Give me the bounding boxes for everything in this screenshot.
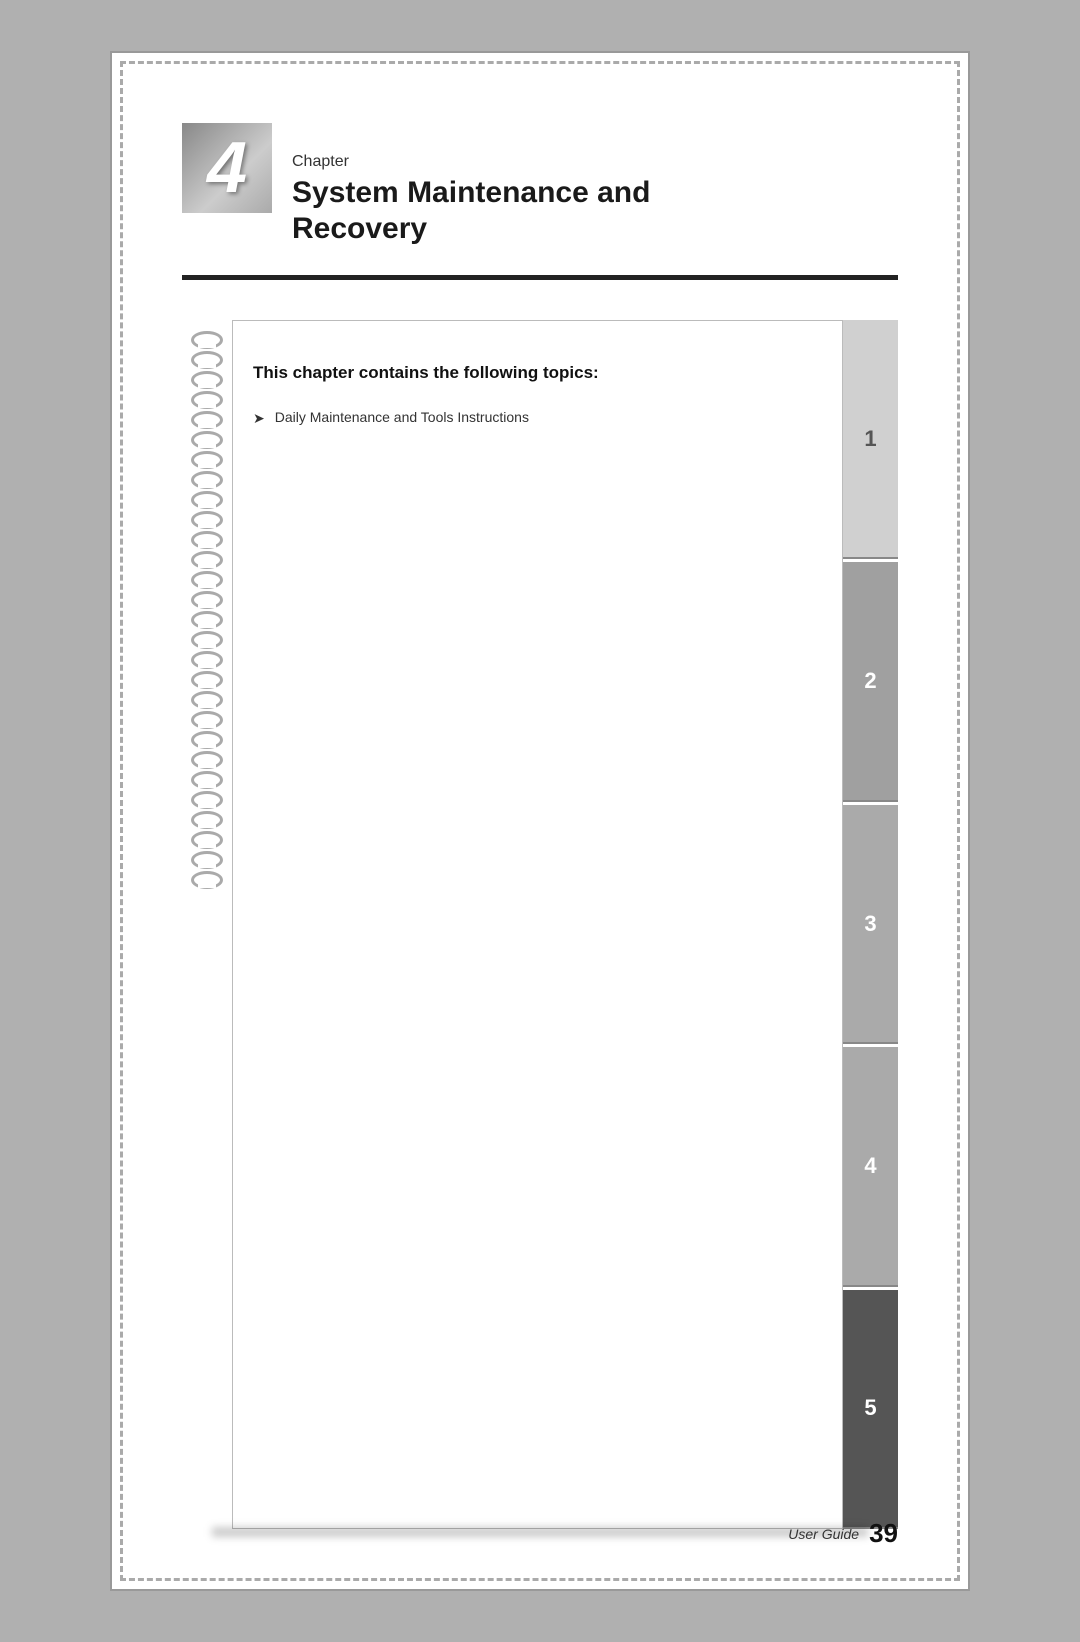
notebook-container: This chapter contains the following topi… [182,320,898,1529]
tab-item-2: 2 [843,562,898,801]
tab-item-5: 5 [843,1290,898,1529]
spiral-ring [191,591,223,609]
notebook-shadow [212,1527,868,1537]
spiral-ring [191,431,223,449]
topic-text: Daily Maintenance and Tools Instructions [275,409,529,425]
notebook-page: This chapter contains the following topi… [232,320,843,1529]
spiral-ring [191,371,223,389]
spiral-ring [191,451,223,469]
spiral-binding [182,320,232,1529]
chapter-header: 4 Chapter System Maintenance and Recover… [182,123,898,247]
footer: User Guide 39 [788,1518,898,1549]
spiral-ring [191,831,223,849]
spiral-ring [191,331,223,349]
page: 4 Chapter System Maintenance and Recover… [110,51,970,1591]
chapter-title-block: Chapter System Maintenance and Recovery [292,123,650,247]
spiral-ring [191,791,223,809]
spiral-ring [191,651,223,669]
spiral-ring [191,771,223,789]
spiral-ring [191,751,223,769]
footer-label: User Guide [788,1526,859,1542]
spiral-ring [191,691,223,709]
spiral-ring [191,671,223,689]
spiral-ring [191,471,223,489]
spiral-ring [191,871,223,889]
spiral-ring [191,731,223,749]
footer-page-number: 39 [869,1518,898,1549]
spiral-ring [191,491,223,509]
spiral-ring [191,571,223,589]
tab-index: 1 2 3 4 5 [843,320,898,1529]
tab-item-1: 1 [843,320,898,559]
tab-item-4: 4 [843,1047,898,1286]
chapter-number-box: 4 [182,123,272,213]
spiral-ring [191,851,223,869]
spiral-ring [191,531,223,549]
spiral-ring [191,391,223,409]
spiral-ring [191,611,223,629]
spiral-ring [191,811,223,829]
topic-arrow-icon: ➤ [253,410,265,427]
spiral-ring [191,551,223,569]
tab-item-3: 3 [843,805,898,1044]
notebook-intro: This chapter contains the following topi… [253,361,812,385]
chapter-label: Chapter [292,153,650,171]
spiral-ring [191,511,223,529]
chapter-title: System Maintenance and Recovery [292,175,650,247]
chapter-number: 4 [207,132,247,204]
chapter-divider [182,275,898,280]
spiral-ring [191,411,223,429]
topic-item: ➤ Daily Maintenance and Tools Instructio… [253,409,812,427]
spiral-ring [191,711,223,729]
spiral-ring [191,351,223,369]
spiral-ring [191,631,223,649]
